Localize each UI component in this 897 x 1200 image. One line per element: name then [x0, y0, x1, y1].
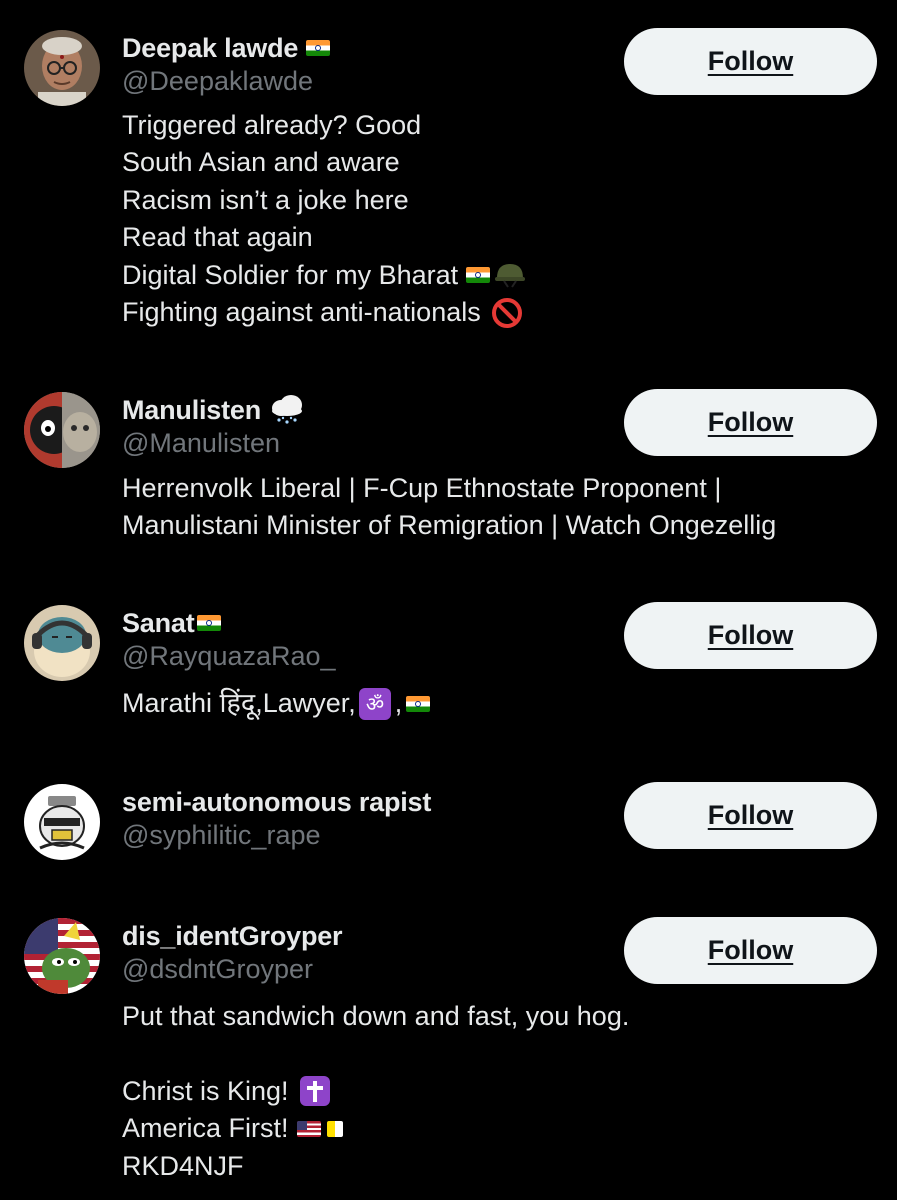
display-name[interactable]: Manulisten — [122, 395, 261, 426]
bio-text: Triggered already? Good — [122, 110, 422, 140]
svg-text:ॐ: ॐ — [366, 692, 384, 716]
follow-button-label: Follow — [707, 46, 794, 76]
bio-text: Racism isn’t a joke here — [122, 184, 409, 215]
follow-button-label: Follow — [707, 935, 794, 965]
handle[interactable]: @RayquazaRao_ — [122, 641, 336, 672]
name-row: Manulisten — [122, 392, 305, 428]
bio-line: Christ is King! — [122, 1073, 629, 1110]
bio-line: Fighting against anti-nationals — [122, 294, 526, 331]
display-name[interactable]: semi-autonomous rapist — [122, 787, 431, 818]
bio-text: America First! — [122, 1113, 289, 1144]
flag-india-icon — [306, 40, 331, 56]
bio-text: RKD4NJF — [122, 1150, 244, 1181]
bio-text: Fighting against anti-nationals — [122, 296, 481, 327]
bio: Marathi हिंदू,Lawyer, ॐ , — [122, 685, 431, 722]
avatar-image — [24, 784, 100, 860]
avatar-image — [24, 30, 100, 106]
bio: Herrenvolk Liberal | F-Cup Ethnostate Pr… — [122, 470, 776, 545]
display-name[interactable]: dis_identGroyper — [122, 921, 343, 952]
avatar[interactable] — [24, 918, 100, 994]
handle[interactable]: @Deepaklawde — [122, 66, 313, 97]
handle[interactable]: @Manulisten — [122, 428, 280, 459]
bio-text: Herrenvolk Liberal | F-Cup Ethnostate Pr… — [122, 473, 722, 503]
display-name[interactable]: Deepak lawde — [122, 33, 298, 64]
name-row: dis_identGroyper — [122, 918, 343, 954]
handle[interactable]: @dsdntGroyper — [122, 954, 313, 985]
om-symbol-icon: ॐ — [358, 687, 391, 720]
follow-button[interactable]: Follow — [624, 602, 877, 669]
flag-usa-icon — [296, 1120, 321, 1137]
handle[interactable]: @syphilitic_rape — [122, 820, 321, 851]
follow-button-label: Follow — [707, 407, 794, 437]
avatar[interactable] — [24, 605, 100, 681]
bio-line: South Asian and aware — [122, 144, 526, 181]
bio-text: , — [394, 688, 403, 718]
bio-line: Marathi हिंदू,Lawyer, ॐ , — [122, 685, 431, 722]
follow-button[interactable]: Follow — [624, 389, 877, 456]
flag-india-icon — [196, 615, 221, 631]
follow-button-label: Follow — [707, 620, 794, 650]
follow-button[interactable]: Follow — [624, 782, 877, 849]
name-row: Sanat — [122, 605, 221, 641]
avatar-image — [24, 392, 100, 468]
flag-india-icon — [406, 695, 431, 712]
follow-button-label: Follow — [707, 800, 794, 830]
bio: Put that sandwich down and fast, you hog… — [122, 998, 629, 1185]
name-row: Deepak lawde — [122, 30, 331, 66]
bio-text: Read that again — [122, 222, 313, 253]
bio-line: Racism isn’t a joke here — [122, 182, 526, 219]
bio-line: Manulistani Minister of Remigration | Wa… — [122, 507, 776, 544]
flag-vatican-icon — [326, 1120, 343, 1137]
bio-line — [122, 1035, 629, 1072]
avatar[interactable] — [24, 392, 100, 468]
military-helmet-icon — [495, 264, 526, 288]
flag-india-icon — [466, 267, 491, 284]
bio-line: America First! — [122, 1110, 629, 1147]
name-row: semi-autonomous rapist — [122, 784, 431, 820]
follow-button[interactable]: Follow — [624, 917, 877, 984]
bio-text: Christ is King! — [122, 1075, 289, 1106]
bio-text: Manulistani Minister of Remigration | Wa… — [122, 510, 777, 541]
avatar-image — [24, 605, 100, 681]
bio-text: Marathi हिंदू,Lawyer, — [122, 688, 356, 718]
bio-line: Digital Soldier for my Bharat — [122, 257, 526, 294]
bio-text: Put that sandwich down and fast, you hog… — [122, 1001, 630, 1031]
cloud-snow-icon — [272, 395, 303, 424]
follow-button[interactable]: Follow — [624, 28, 877, 95]
bio: Triggered already? Good South Asian and … — [122, 107, 526, 331]
latin-cross-icon — [299, 1076, 330, 1107]
bio-line: RKD4NJF — [122, 1148, 629, 1185]
bio-line: Herrenvolk Liberal | F-Cup Ethnostate Pr… — [122, 470, 776, 507]
avatar[interactable] — [24, 30, 100, 106]
bio-line: Read that again — [122, 219, 526, 256]
bio-line: Triggered already? Good — [122, 107, 526, 144]
bio-text: South Asian and aware — [122, 147, 400, 178]
avatar[interactable] — [24, 784, 100, 860]
display-name[interactable]: Sanat — [122, 608, 195, 639]
avatar-image — [24, 918, 100, 994]
bio-line: Put that sandwich down and fast, you hog… — [122, 998, 629, 1035]
bio-text: Digital Soldier for my Bharat — [122, 259, 459, 290]
prohibited-icon — [491, 297, 522, 328]
